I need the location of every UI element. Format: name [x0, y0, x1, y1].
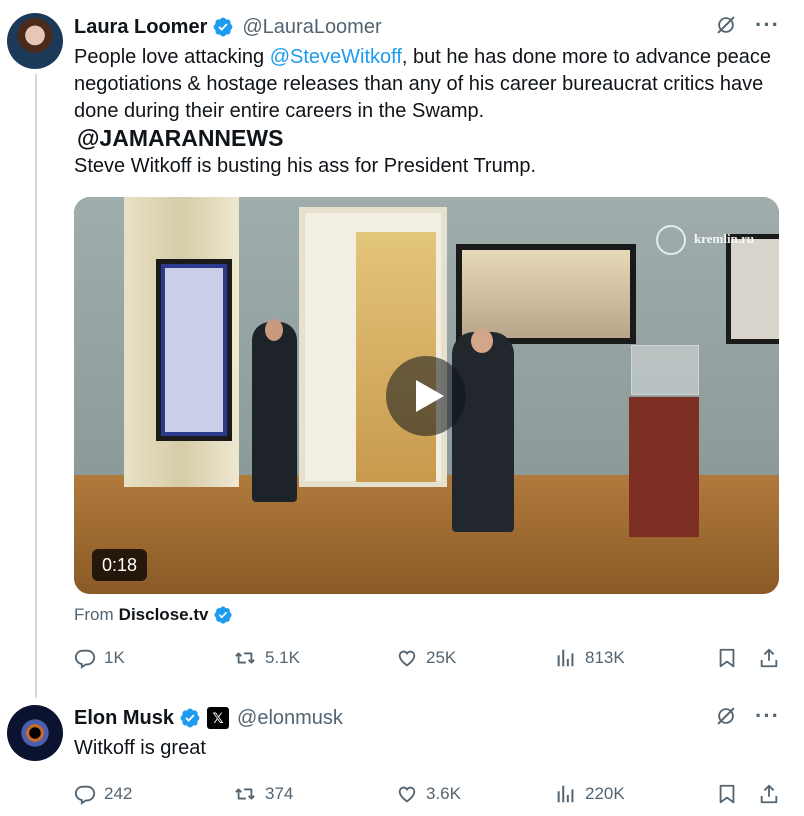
source-account-link[interactable]: Disclose.tv: [119, 605, 209, 625]
video-scene-head-center: [471, 329, 493, 353]
share-icon: [760, 784, 778, 804]
like-button[interactable]: 25K: [396, 647, 456, 669]
tweet1-text: People love attacking @SteveWitkoff, but…: [74, 44, 774, 125]
reply-count: 242: [104, 784, 133, 803]
video-duration: 0:18: [92, 549, 148, 581]
verified-badge-icon: [180, 708, 200, 728]
views-icon: [557, 785, 574, 803]
repost-icon: [235, 652, 255, 664]
author-handle[interactable]: @LauraLoomer: [242, 16, 381, 39]
repost-count: 374: [265, 784, 294, 803]
tweet2-header: Elon Musk 𝕏 @elonmusk: [74, 704, 343, 732]
tweet1-text-start: People love attacking: [74, 46, 270, 68]
author-name[interactable]: Elon Musk: [74, 707, 174, 730]
share-icon: [760, 648, 778, 668]
kremlin-emblem-icon: [656, 225, 686, 255]
tweet1-actions: 1K 5.1K 25K 813K: [74, 647, 784, 673]
verified-badge-icon: [213, 17, 233, 37]
reply-button[interactable]: 242: [74, 783, 132, 805]
reply-icon: [74, 649, 96, 669]
bookmark-button[interactable]: [716, 783, 738, 805]
heart-icon: [398, 650, 416, 667]
reply-count: 1K: [104, 648, 125, 667]
play-button[interactable]: [386, 356, 466, 436]
like-button[interactable]: 3.6K: [396, 783, 461, 805]
repost-button[interactable]: 5.1K: [233, 647, 300, 669]
share-button[interactable]: [758, 647, 780, 669]
thread-connector-line: [35, 74, 37, 698]
play-icon: [416, 380, 444, 412]
tweet1-top-icons: ···: [715, 14, 780, 36]
more-options-icon[interactable]: ···: [755, 705, 780, 727]
verified-badge-icon: [214, 606, 232, 624]
grok-icon[interactable]: [715, 705, 737, 727]
grok-icon[interactable]: [715, 14, 737, 36]
repost-button[interactable]: 374: [233, 783, 293, 805]
repost-count: 5.1K: [265, 648, 300, 667]
tweet2-text: Witkoff is great: [74, 737, 206, 759]
video-scene-person-center: [452, 332, 514, 532]
mention-link[interactable]: @SteveWitkoff: [270, 46, 402, 68]
share-button[interactable]: [758, 783, 780, 805]
video-source: From Disclose.tv: [74, 605, 233, 625]
tweet1-header: Laura Loomer @LauraLoomer: [74, 13, 382, 41]
tweet1-text-line3: Steve Witkoff is busting his ass for Pre…: [74, 155, 537, 177]
video-scene-head-left: [265, 319, 283, 341]
avatar-laura-loomer[interactable]: [7, 13, 63, 69]
views-button[interactable]: 813K: [555, 647, 625, 669]
author-handle[interactable]: @elonmusk: [237, 707, 343, 730]
bookmark-icon: [719, 648, 735, 668]
embedded-video[interactable]: kremlin.ru 0:18: [74, 197, 779, 594]
video-scene-person-left: [252, 322, 297, 502]
more-options-icon[interactable]: ···: [755, 14, 780, 36]
like-count: 25K: [426, 648, 457, 667]
view-count: 220K: [585, 784, 625, 803]
author-name[interactable]: Laura Loomer: [74, 16, 207, 39]
repost-icon: [235, 788, 255, 800]
jamaran-news-label: @JAMARANNEWS: [77, 125, 284, 151]
reply-icon: [74, 785, 96, 805]
bookmark-icon: [719, 784, 735, 804]
kremlin-watermark: kremlin.ru: [656, 225, 754, 255]
avatar-elon-musk[interactable]: [7, 705, 63, 761]
video-scene-display-case: [631, 345, 699, 395]
views-button[interactable]: 220K: [555, 783, 625, 805]
x-affiliation-badge-icon[interactable]: 𝕏: [207, 707, 230, 729]
tweet2-top-icons: ···: [715, 705, 780, 727]
heart-icon: [398, 786, 416, 803]
kremlin-watermark-text: kremlin.ru: [694, 230, 755, 246]
view-count: 813K: [585, 648, 625, 667]
tweet2-actions: 242 374 3.6K 220K: [74, 783, 784, 809]
like-count: 3.6K: [426, 784, 461, 803]
video-scene-display-left: [156, 259, 232, 441]
bookmark-button[interactable]: [716, 647, 738, 669]
video-scene-pedestal: [629, 397, 699, 537]
views-icon: [557, 649, 574, 667]
from-prefix: From: [74, 605, 114, 624]
reply-button[interactable]: 1K: [74, 647, 125, 669]
